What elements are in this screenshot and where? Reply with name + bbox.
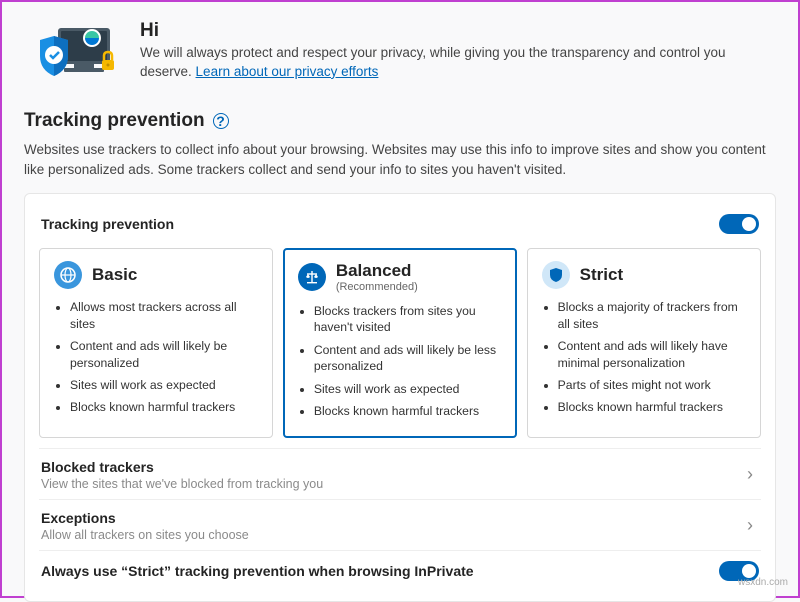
blocked-trackers-desc: View the sites that we've blocked from t…	[41, 477, 323, 491]
card-strict[interactable]: Strict Blocks a majority of trackers fro…	[527, 248, 761, 438]
exceptions-title: Exceptions	[41, 510, 249, 526]
tracking-panel: Tracking prevention Basic Allows most tr…	[24, 193, 776, 602]
card-basic-bullets: Allows most trackers across all sites Co…	[54, 299, 258, 416]
card-balanced-sub: (Recommended)	[336, 281, 418, 293]
card-basic[interactable]: Basic Allows most trackers across all si…	[39, 248, 273, 438]
balance-icon	[298, 263, 326, 291]
section-title: Tracking prevention ?	[24, 110, 776, 132]
card-strict-title: Strict	[580, 265, 623, 285]
inprivate-strict-row: Always use “Strict” tracking prevention …	[39, 550, 761, 589]
privacy-hero-icon	[24, 20, 120, 90]
chevron-right-icon: ›	[741, 464, 759, 485]
globe-icon	[54, 261, 82, 289]
tracking-toggle-label: Tracking prevention	[41, 216, 174, 232]
greeting: Hi	[140, 20, 776, 42]
card-balanced-title: Balanced	[336, 261, 418, 281]
level-cards: Basic Allows most trackers across all si…	[39, 248, 761, 438]
privacy-hero: Hi We will always protect and respect yo…	[24, 20, 776, 90]
card-basic-title: Basic	[92, 265, 137, 285]
chevron-right-icon: ›	[741, 515, 759, 536]
tracking-toggle-row: Tracking prevention	[39, 206, 761, 242]
blocked-trackers-title: Blocked trackers	[41, 459, 323, 475]
hero-body: We will always protect and respect your …	[140, 44, 776, 82]
card-balanced[interactable]: Balanced(Recommended) Blocks trackers fr…	[283, 248, 516, 438]
exceptions-row[interactable]: Exceptions Allow all trackers on sites y…	[39, 499, 761, 550]
section-description: Websites use trackers to collect info ab…	[24, 140, 776, 179]
card-balanced-bullets: Blocks trackers from sites you haven't v…	[298, 303, 502, 420]
blocked-trackers-row[interactable]: Blocked trackers View the sites that we'…	[39, 448, 761, 499]
help-icon[interactable]: ?	[213, 113, 229, 129]
card-strict-bullets: Blocks a majority of trackers from all s…	[542, 299, 746, 416]
watermark: wsxdn.com	[738, 577, 788, 588]
exceptions-desc: Allow all trackers on sites you choose	[41, 528, 249, 542]
tracking-toggle[interactable]	[719, 214, 759, 234]
privacy-efforts-link[interactable]: Learn about our privacy efforts	[196, 64, 379, 79]
inprivate-strict-label: Always use “Strict” tracking prevention …	[41, 563, 474, 579]
hero-text: Hi We will always protect and respect yo…	[140, 20, 776, 90]
shield-icon	[542, 261, 570, 289]
